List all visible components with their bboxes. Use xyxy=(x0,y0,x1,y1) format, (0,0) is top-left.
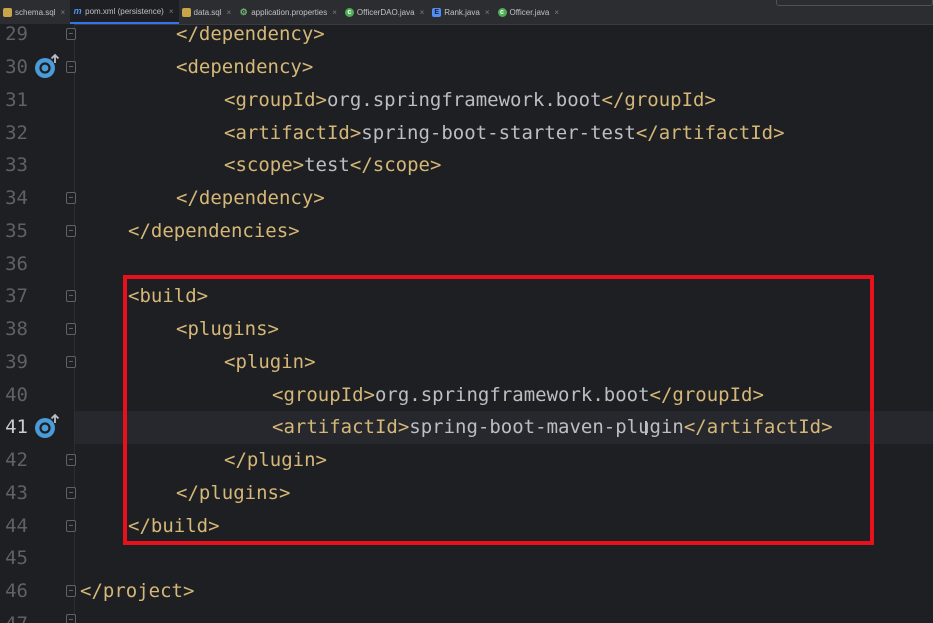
tag-close: > xyxy=(704,89,716,111)
tag-name: dependency xyxy=(198,23,314,45)
tag-close: > xyxy=(349,122,362,144)
sql-file-icon xyxy=(3,7,12,17)
tab-officer-java[interactable]: c Officer.java × xyxy=(495,0,565,24)
close-icon[interactable]: × xyxy=(332,8,337,17)
highlight-box xyxy=(123,275,874,545)
code-line: <scope>test</scope> xyxy=(224,149,441,182)
tag-close: > xyxy=(301,56,314,78)
ide-window: schema.sql × m pom.xml (persistence) × d… xyxy=(0,0,933,623)
maven-file-icon: m xyxy=(73,5,82,16)
tag-close: > xyxy=(429,154,442,176)
maven-dependency-refresh-icon[interactable] xyxy=(33,413,61,441)
tag-open: </ xyxy=(601,89,625,111)
line-number: 38 xyxy=(5,318,28,340)
tag-name: project xyxy=(102,580,183,602)
java-enum-icon: E xyxy=(432,7,442,17)
tag-open: </ xyxy=(80,580,103,602)
tag-name: dependency xyxy=(198,187,314,209)
tag-open: </ xyxy=(635,122,659,144)
line-number: 43 xyxy=(5,482,28,504)
tag-open: </ xyxy=(128,220,151,242)
java-class-icon: c xyxy=(344,7,354,17)
tab-label: application.properties xyxy=(251,7,328,17)
tag-close: > xyxy=(288,220,300,242)
tab-pom-xml[interactable]: m pom.xml (persistence) × xyxy=(70,0,179,24)
code-line: </dependency> xyxy=(176,18,325,51)
tag-close: > xyxy=(315,89,327,111)
close-icon[interactable]: × xyxy=(227,8,232,17)
line-number: 39 xyxy=(5,351,28,373)
code-line: <dependency> xyxy=(176,51,313,84)
code-line: <artifactId>spring-boot-starter-test</ar… xyxy=(224,117,785,150)
element-text: spring-boot-starter-test xyxy=(361,122,636,144)
code-line: <groupId>org.springframework.boot</group… xyxy=(224,84,716,117)
line-number: 42 xyxy=(5,449,28,471)
line-number: 29 xyxy=(5,23,28,45)
tag-close: > xyxy=(182,580,195,602)
tag-close: > xyxy=(773,122,785,144)
line-number: 32 xyxy=(5,122,28,144)
tab-label: Rank.java xyxy=(444,7,480,17)
line-number: 30 xyxy=(5,56,28,78)
tag-name: artifactId xyxy=(235,122,350,144)
tag-name: dependencies xyxy=(150,220,289,242)
code-line: </project> xyxy=(80,575,194,608)
tag-close: > xyxy=(313,187,325,209)
line-number: 34 xyxy=(5,187,28,209)
close-icon[interactable]: × xyxy=(485,8,490,17)
tab-label: OfficerDAO.java xyxy=(356,7,415,17)
maven-dependency-refresh-icon[interactable] xyxy=(33,53,61,81)
line-number: 46 xyxy=(5,580,28,602)
tag-name: groupId xyxy=(624,89,705,111)
line-number: 44 xyxy=(5,515,28,537)
close-icon[interactable]: × xyxy=(169,7,174,16)
close-icon[interactable]: × xyxy=(60,8,65,17)
tag-name: dependency xyxy=(187,56,302,78)
close-icon[interactable]: × xyxy=(554,8,559,17)
tab-officerdao-java[interactable]: c OfficerDAO.java × xyxy=(342,0,429,24)
java-class-icon: c xyxy=(497,7,507,17)
tag-open: < xyxy=(224,89,236,111)
tag-open: </ xyxy=(176,23,199,45)
sql-file-icon xyxy=(181,7,191,17)
search-everywhere-field[interactable] xyxy=(776,0,933,6)
line-number: 40 xyxy=(5,384,28,406)
tag-close: > xyxy=(292,154,305,176)
line-number: 35 xyxy=(5,220,28,242)
element-text: test xyxy=(304,154,350,176)
tag-open: < xyxy=(176,56,188,78)
tab-label: schema.sql xyxy=(15,7,56,17)
tag-name: scope xyxy=(235,154,293,176)
line-number-current: 41 xyxy=(5,416,28,438)
code-line: </dependency> xyxy=(176,182,325,215)
line-number: 31 xyxy=(5,89,28,111)
tag-open: < xyxy=(224,154,236,176)
line-number: 33 xyxy=(5,154,28,176)
tab-label: Officer.java xyxy=(509,7,550,17)
close-icon[interactable]: × xyxy=(420,8,425,17)
tab-label: data.sql xyxy=(193,7,222,17)
line-number: 37 xyxy=(5,285,28,307)
element-text: org.springframework.boot xyxy=(326,89,602,111)
line-number: 47 xyxy=(0,608,28,623)
tag-name: artifactId xyxy=(658,122,774,144)
editor-tab-bar: schema.sql × m pom.xml (persistence) × d… xyxy=(0,0,933,25)
tag-close: > xyxy=(313,23,325,45)
properties-file-icon: ⚙ xyxy=(239,6,248,17)
tag-open: < xyxy=(224,122,236,144)
tag-name: scope xyxy=(372,154,430,176)
tab-label: pom.xml (persistence) xyxy=(85,6,164,16)
tag-name: groupId xyxy=(235,89,316,111)
tab-rank-java[interactable]: E Rank.java × xyxy=(429,0,494,24)
tag-open: </ xyxy=(349,154,373,176)
line-number: 36 xyxy=(5,253,28,275)
code-line: </dependencies> xyxy=(128,215,300,248)
line-number: 45 xyxy=(5,547,28,569)
tag-open: </ xyxy=(176,187,199,209)
